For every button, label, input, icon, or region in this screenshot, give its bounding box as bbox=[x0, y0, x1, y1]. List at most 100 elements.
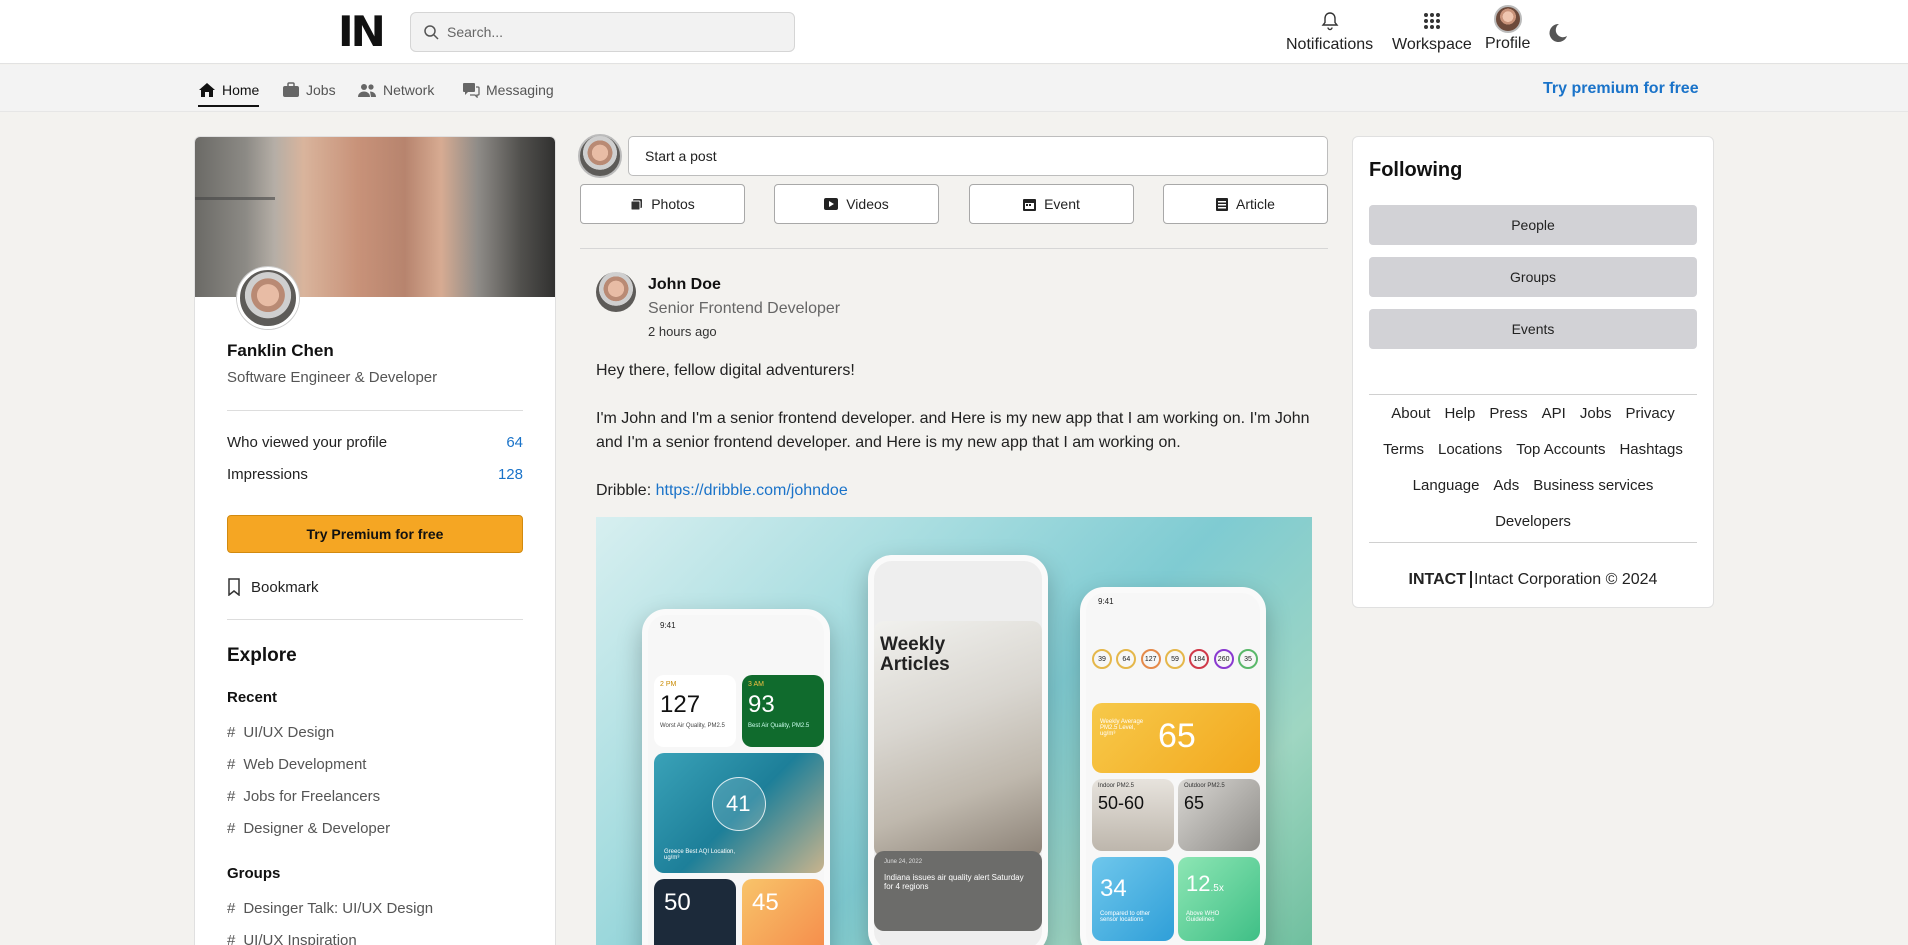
footer-links: About Help Press API Jobs Privacy Terms … bbox=[1369, 403, 1697, 533]
group-item[interactable]: # Desinger Talk: UI/UX Design bbox=[227, 900, 433, 917]
calendar-icon bbox=[1023, 198, 1037, 211]
app-logo[interactable]: IN bbox=[338, 11, 386, 53]
bookmark-link[interactable]: Bookmark bbox=[227, 578, 319, 596]
try-premium-button[interactable]: Try Premium for free bbox=[227, 515, 523, 553]
air-quality-tile: 2 PM 127 Worst Air Quality, PM2.5 bbox=[654, 675, 736, 747]
nav-workspace[interactable]: Workspace bbox=[1392, 8, 1472, 54]
comparison-tile: 34 Compared to other sensor locations bbox=[1092, 857, 1174, 941]
stat-value: 128 bbox=[497, 466, 523, 483]
moon-icon[interactable] bbox=[1545, 22, 1567, 44]
event-button[interactable]: Event bbox=[969, 184, 1134, 224]
divider bbox=[580, 248, 1328, 249]
footer-link[interactable]: Top Accounts bbox=[1516, 439, 1605, 461]
tab-network-label: Network bbox=[383, 82, 435, 98]
profile-name[interactable]: Fanklin Chen bbox=[227, 341, 334, 361]
profile-title: Software Engineer & Developer bbox=[227, 369, 438, 386]
footer-link[interactable]: Terms bbox=[1383, 439, 1424, 461]
footer-link[interactable]: Language bbox=[1413, 475, 1480, 497]
recent-item[interactable]: # Designer & Developer bbox=[227, 820, 390, 837]
tab-network[interactable]: Network bbox=[357, 79, 434, 101]
post-link-row: Dribble: https://dribble.com/johndoe bbox=[596, 479, 1316, 503]
home-icon bbox=[199, 83, 215, 97]
phone-time: 9:41 bbox=[660, 621, 676, 630]
stat-label: Who viewed your profile bbox=[227, 434, 388, 451]
footer-link[interactable]: Press bbox=[1489, 403, 1527, 425]
outdoor-tile: Outdoor PM2.5 65 bbox=[1178, 779, 1260, 851]
footer-link[interactable]: About bbox=[1391, 403, 1430, 425]
tab-messaging[interactable]: Messaging bbox=[462, 79, 554, 101]
event-label: Event bbox=[1044, 196, 1080, 212]
stat-impressions[interactable]: Impressions 128 bbox=[227, 466, 523, 483]
photos-button[interactable]: Photos bbox=[580, 184, 745, 224]
profile-avatar[interactable] bbox=[237, 267, 299, 329]
post-author-role: Senior Frontend Developer bbox=[648, 300, 841, 317]
post-greeting: Hey there, fellow digital adventurers! bbox=[596, 362, 855, 379]
footer-link[interactable]: Help bbox=[1444, 403, 1475, 425]
article-tile: June 24, 2022 Indiana issues air quality… bbox=[874, 851, 1042, 931]
bookmark-label: Bookmark bbox=[251, 578, 319, 596]
nav-notifications[interactable]: Notifications bbox=[1286, 8, 1373, 54]
stat-value: 64 bbox=[506, 434, 523, 451]
tile: 50 bbox=[654, 879, 736, 945]
search-bar[interactable] bbox=[410, 12, 795, 52]
bell-icon bbox=[1321, 12, 1339, 31]
tab-jobs-label: Jobs bbox=[306, 82, 336, 98]
tab-messaging-label: Messaging bbox=[486, 82, 554, 98]
groups-heading: Groups bbox=[227, 865, 281, 882]
bookmark-icon bbox=[228, 578, 240, 596]
phone-time: 9:41 bbox=[1098, 597, 1114, 606]
copyright-text: Intact Corporation © 2024 bbox=[1474, 571, 1658, 588]
footer-link[interactable]: Privacy bbox=[1626, 403, 1675, 425]
footer-link[interactable]: API bbox=[1542, 403, 1566, 425]
nav-notifications-label: Notifications bbox=[1286, 36, 1374, 53]
photo-icon bbox=[630, 198, 643, 210]
weekly-average-tile: Weekly Average PM2.5 Level, ug/m³ 65 bbox=[1092, 703, 1260, 773]
events-button[interactable]: Events bbox=[1369, 309, 1697, 349]
group-item[interactable]: # UI/UX Inspiration bbox=[227, 932, 357, 945]
map-tile: 41 Greece Best AQI Location, ug/m³ bbox=[654, 753, 824, 873]
recent-item[interactable]: # Jobs for Freelancers bbox=[227, 788, 380, 805]
stat-profile-views[interactable]: Who viewed your profile 64 bbox=[227, 434, 523, 451]
post-image[interactable]: 9:41 2 PM 127 Worst Air Quality, PM2.5 3… bbox=[596, 517, 1312, 945]
nav-profile-label: Profile bbox=[1485, 35, 1531, 52]
try-premium-link[interactable]: Try premium for free bbox=[1543, 80, 1699, 98]
people-icon bbox=[358, 84, 376, 97]
stat-label: Impressions bbox=[227, 466, 308, 483]
groups-button[interactable]: Groups bbox=[1369, 257, 1697, 297]
footer-link[interactable]: Jobs bbox=[1580, 403, 1612, 425]
divider bbox=[227, 410, 523, 411]
recent-item[interactable]: # UI/UX Design bbox=[227, 724, 334, 741]
recent-item[interactable]: # Web Development bbox=[227, 756, 366, 773]
copyright: INTACT Intact Corporation © 2024 bbox=[1369, 571, 1697, 589]
footer-link[interactable]: Locations bbox=[1438, 439, 1502, 461]
post-author-name[interactable]: John Doe bbox=[648, 276, 721, 294]
explore-heading: Explore bbox=[227, 645, 297, 666]
article-label: Article bbox=[1236, 196, 1275, 212]
footer-link[interactable]: Hashtags bbox=[1619, 439, 1682, 461]
search-input[interactable] bbox=[447, 24, 767, 40]
air-quality-tile: 3 AM 93 Best Air Quality, PM2.5 bbox=[742, 675, 824, 747]
post-author-avatar[interactable] bbox=[596, 272, 636, 312]
video-icon bbox=[824, 198, 839, 210]
phone-mockup: 9:41 39 64 127 59 184 260 35 Weekly Aver… bbox=[1080, 587, 1266, 945]
footer-link[interactable]: Business services bbox=[1533, 475, 1653, 497]
chat-icon bbox=[463, 83, 480, 98]
post-link[interactable]: https://dribble.com/johndoe bbox=[656, 482, 848, 499]
article-button[interactable]: Article bbox=[1163, 184, 1328, 224]
videos-button[interactable]: Videos bbox=[774, 184, 939, 224]
people-button[interactable]: People bbox=[1369, 205, 1697, 245]
divider bbox=[1369, 394, 1697, 395]
grid-icon bbox=[1423, 13, 1440, 29]
post-body: I'm John and I'm a senior frontend devel… bbox=[596, 410, 1310, 451]
tile: 45 bbox=[742, 879, 824, 945]
photos-label: Photos bbox=[651, 196, 695, 212]
tab-home[interactable]: Home bbox=[198, 79, 260, 107]
post-link-label: Dribble: bbox=[596, 482, 652, 499]
following-heading: Following bbox=[1369, 159, 1463, 181]
footer-link[interactable]: Ads bbox=[1493, 475, 1519, 497]
tab-jobs[interactable]: Jobs bbox=[282, 79, 336, 101]
nav-profile[interactable]: Profile bbox=[1485, 5, 1530, 53]
start-post-input[interactable]: Start a post bbox=[628, 136, 1328, 176]
divider bbox=[1369, 542, 1697, 543]
footer-link[interactable]: Developers bbox=[1495, 511, 1571, 533]
